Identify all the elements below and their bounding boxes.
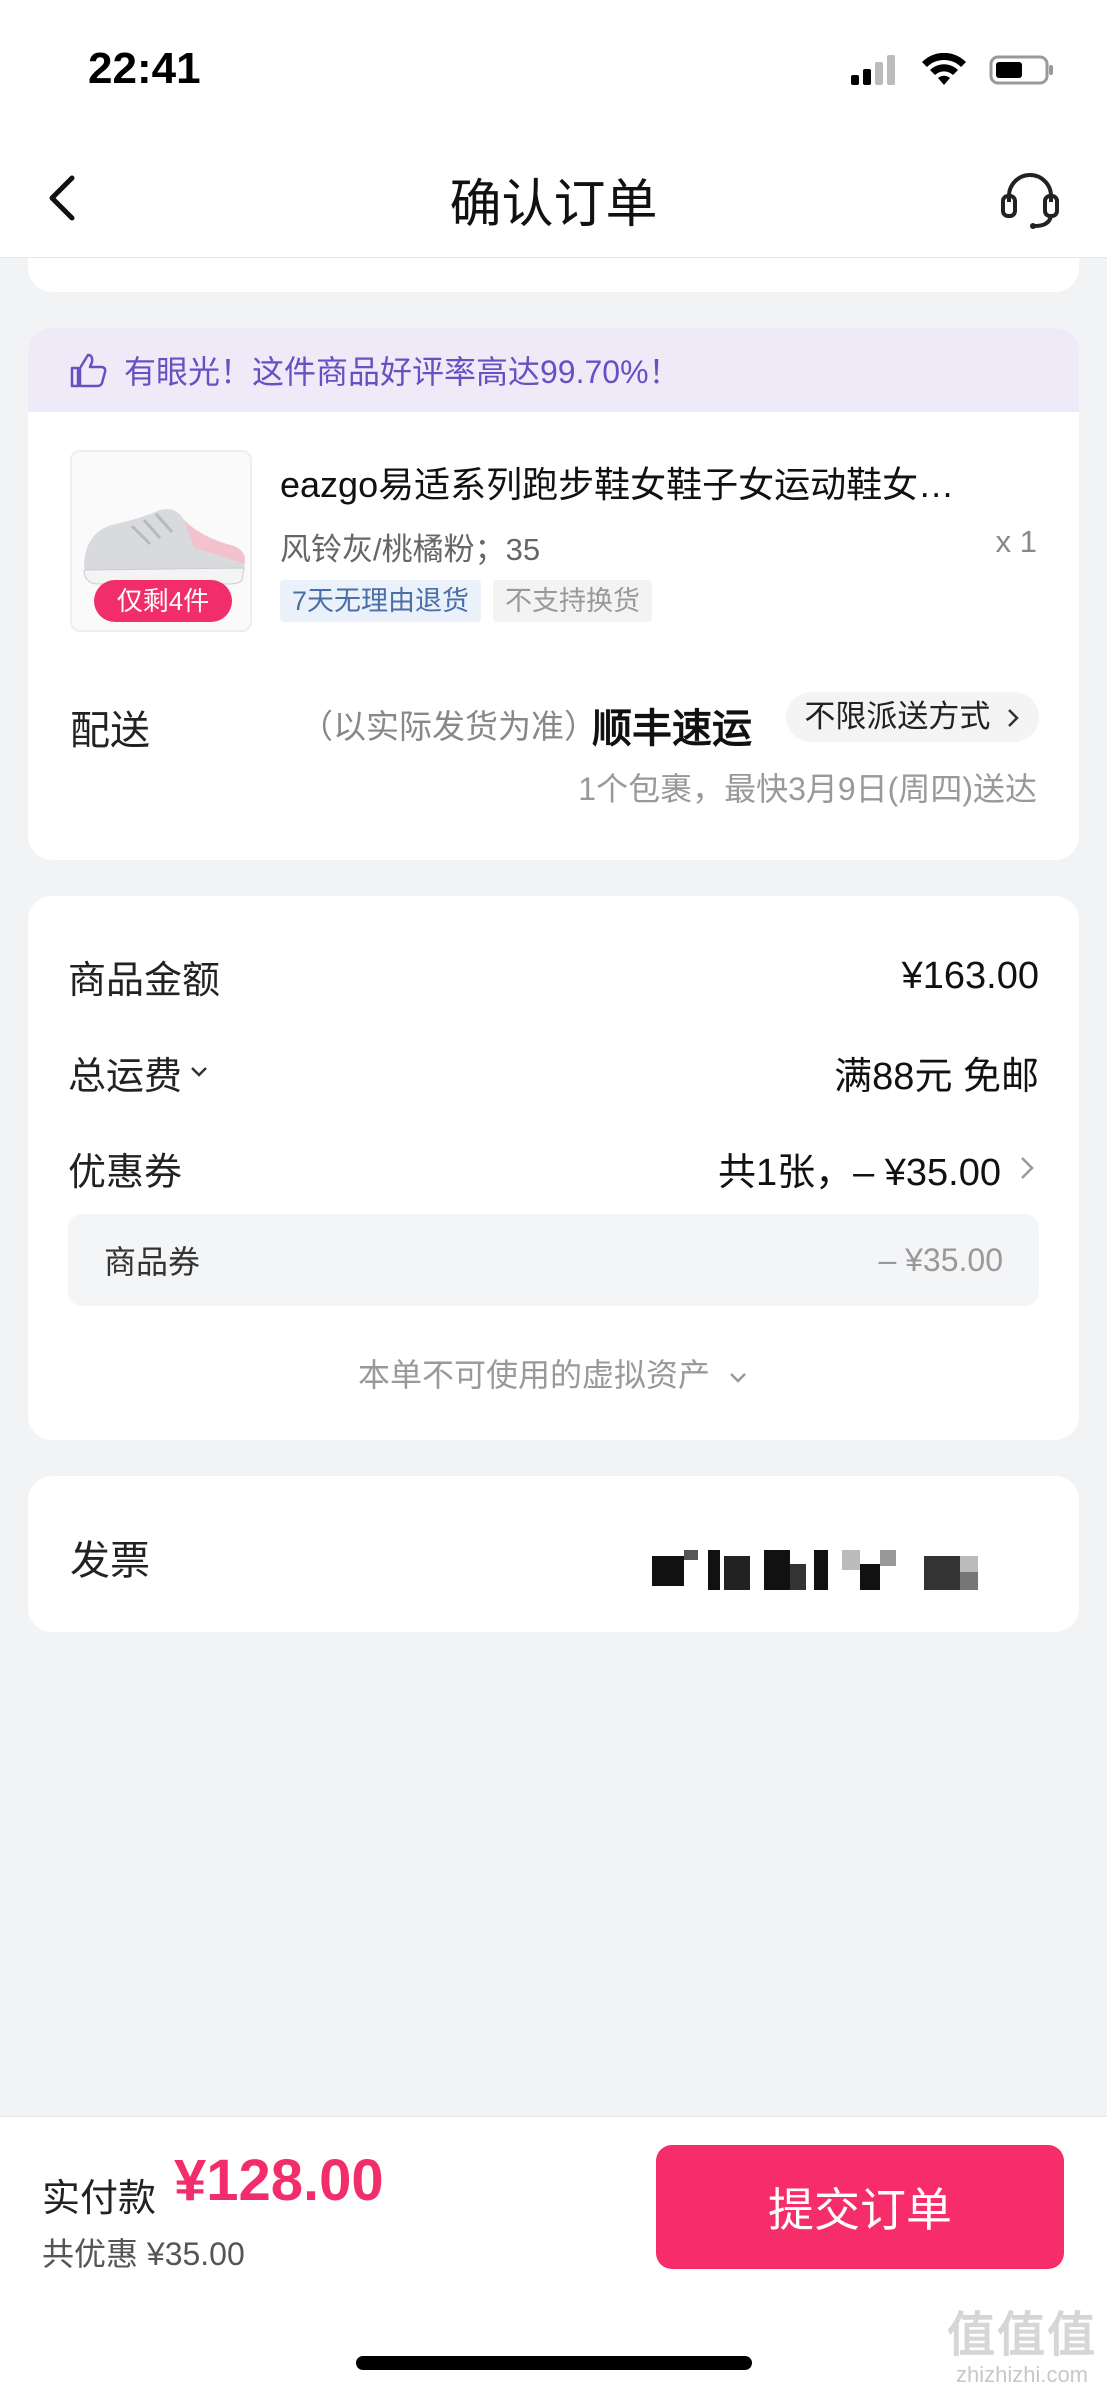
total-discount: 共优惠 ¥35.00	[42, 2236, 245, 2272]
praise-text: 有眼光！这件商品好评率高达99.70%！	[124, 354, 681, 390]
shipping-label: 总运费	[68, 1055, 183, 1098]
customer-service-icon[interactable]	[997, 166, 1063, 232]
price-card: 商品金额 ¥163.00 总运费 满88元 免邮 优惠券 共1张，– ¥35.0…	[28, 896, 1079, 1440]
invoice-label: 发票	[70, 1539, 150, 1583]
product-quantity: x 1	[995, 524, 1037, 559]
coupon-item-value: – ¥35.00	[878, 1241, 1003, 1278]
cellular-signal-icon	[851, 55, 895, 85]
delivery-method-selector[interactable]: 不限派送方式	[786, 692, 1039, 742]
product-card: 有眼光！这件商品好评率高达99.70%！ 仅剩4件 eazgo易适系列跑步鞋女鞋…	[28, 328, 1079, 860]
product-image[interactable]: 仅剩4件	[70, 450, 252, 632]
chevron-down-icon	[191, 1067, 207, 1077]
coupon-label: 优惠券	[68, 1151, 183, 1194]
virtual-assets-label: 本单不可使用的虚拟资产	[358, 1357, 711, 1393]
status-icons	[851, 50, 1055, 90]
thumbs-up-icon	[70, 353, 107, 388]
praise-banner: 有眼光！这件商品好评率高达99.70%！	[28, 328, 1079, 412]
invoice-card[interactable]: 发票	[28, 1476, 1079, 1632]
product-item[interactable]: 仅剩4件 eazgo易适系列跑步鞋女鞋子女运动鞋女… 风铃灰/桃橘粉；35 x …	[28, 412, 1079, 642]
chevron-down-icon	[730, 1372, 746, 1383]
wifi-icon	[922, 53, 966, 85]
delivery-carrier: 顺丰速运	[592, 707, 752, 751]
goods-amount-value: ¥163.00	[901, 954, 1039, 997]
watermark: 值值值 zhizhizhi.com	[946, 2309, 1097, 2387]
address-card-tail	[28, 258, 1079, 292]
status-time: 22:41	[88, 44, 201, 93]
product-spec[interactable]: 风铃灰/桃橘粉；35	[280, 524, 540, 569]
goods-amount-row: 商品金额 ¥163.00	[68, 946, 1039, 1006]
pay-amount: ¥128.00	[174, 2148, 384, 2213]
goods-amount-label: 商品金额	[68, 959, 221, 1002]
battery-icon	[989, 55, 1053, 85]
watermark-sub: zhizhizhi.com	[955, 2361, 1089, 2387]
delivery-method-label: 不限派送方式	[804, 699, 991, 734]
shipping-toggle[interactable]: 总运费	[68, 1045, 210, 1100]
page-title: 确认订单	[449, 176, 658, 234]
shipping-row[interactable]: 总运费 满88元 免邮	[68, 1042, 1039, 1102]
checkout-bar: 实付款 ¥128.00 共优惠 ¥35.00 提交订单	[0, 2116, 1107, 2396]
submit-order-button[interactable]: 提交订单	[656, 2145, 1064, 2269]
coupon-detail: 商品券 – ¥35.00	[68, 1214, 1039, 1306]
pay-label: 实付款	[42, 2178, 157, 2220]
delivery-eta: 1个包裹，最快3月9日(周四)送达	[578, 771, 1037, 807]
chevron-right-icon	[1021, 1157, 1034, 1179]
coupon-item-label: 商品券	[104, 1244, 201, 1280]
product-title[interactable]: eazgo易适系列跑步鞋女鞋子女运动鞋女…	[280, 456, 1040, 508]
status-bar: 22:41	[0, 0, 1107, 140]
chevron-right-icon	[1008, 709, 1019, 727]
coupon-value: 共1张，– ¥35.00	[717, 1151, 1001, 1194]
delivery-label: 配送	[70, 709, 150, 753]
coupon-row[interactable]: 优惠券 共1张，– ¥35.00	[68, 1138, 1039, 1198]
home-indicator[interactable]	[356, 2356, 752, 2370]
nav-bar: 确认订单	[0, 140, 1107, 258]
return-policy-tag: 7天无理由退货	[280, 580, 482, 622]
delivery-note: （以实际发货为准）	[300, 708, 597, 745]
shipping-value: 满88元 免邮	[834, 1055, 1039, 1098]
watermark-main: 值值值	[946, 2309, 1097, 2362]
exchange-policy-tag: 不支持换货	[493, 580, 653, 622]
virtual-assets-toggle[interactable]: 本单不可使用的虚拟资产	[28, 1350, 1079, 1396]
invoice-pixelated-value	[652, 1550, 978, 1590]
service-tags: 7天无理由退货 不支持换货	[280, 580, 653, 622]
stock-badge: 仅剩4件	[94, 580, 232, 622]
